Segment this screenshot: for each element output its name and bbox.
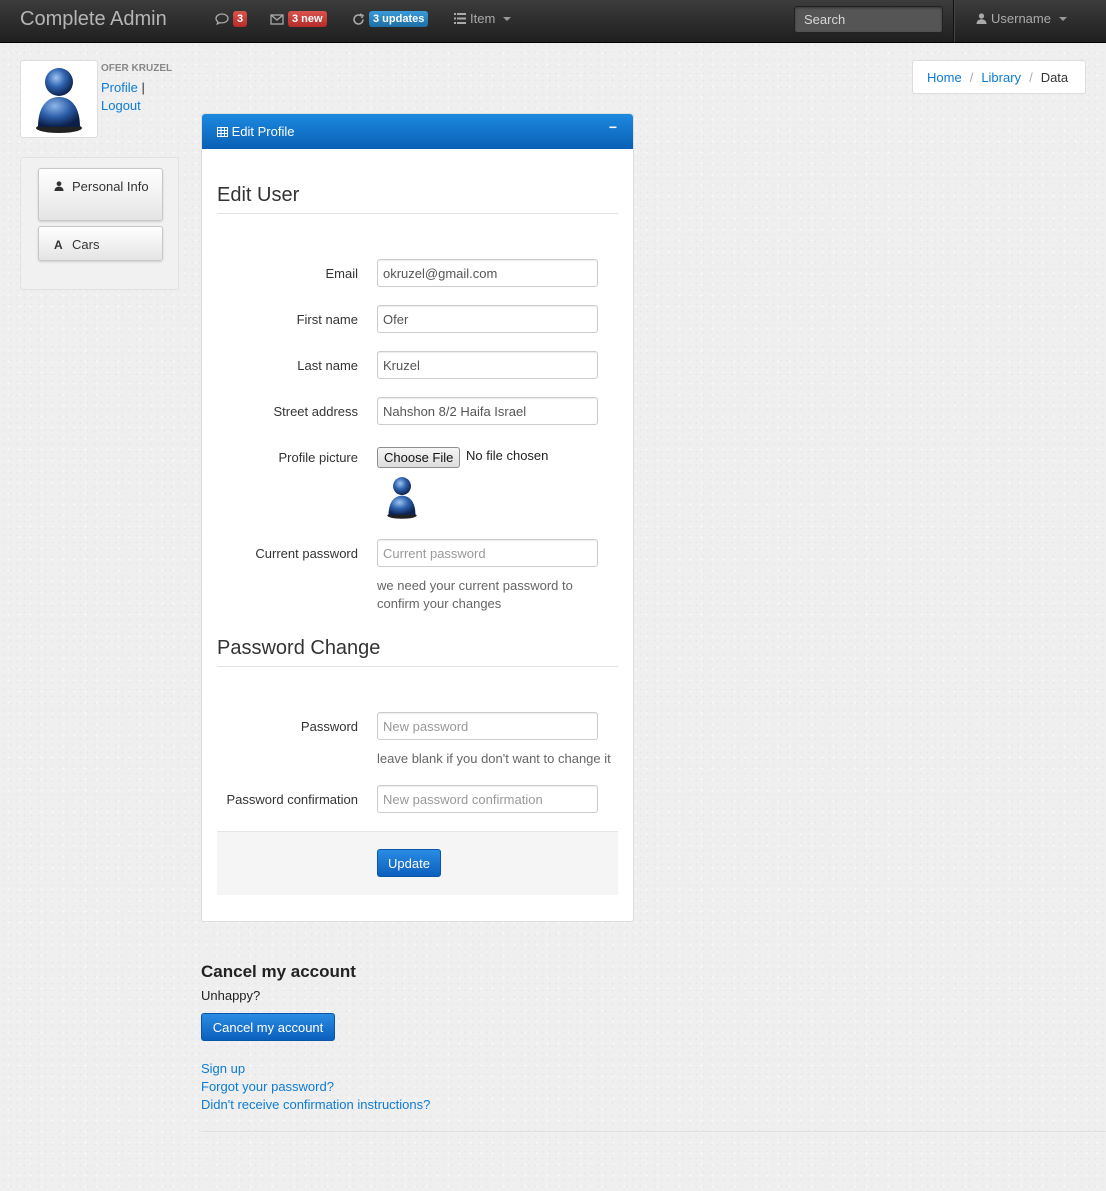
chevron-down-icon: [503, 16, 512, 21]
street-address-label: Street address: [273, 404, 358, 419]
user-icon: [976, 13, 987, 24]
nav-divider: [953, 0, 954, 42]
bottom-links: Sign up Forgot your password? Didn't rec…: [201, 1060, 430, 1114]
divider: [217, 213, 618, 214]
confirmation-instructions-link[interactable]: Didn't receive confirmation instructions…: [201, 1097, 430, 1112]
sidebar-item-personal-info[interactable]: Personal Info: [38, 168, 163, 221]
profile-picture-thumbnail: [387, 477, 417, 519]
profile-link[interactable]: Profile: [101, 80, 138, 95]
cancel-account-heading: Cancel my account: [201, 962, 356, 981]
user-icon: [54, 179, 72, 197]
form-actions: Update: [217, 831, 618, 895]
logout-link[interactable]: Logout: [101, 98, 141, 113]
brand-title[interactable]: Complete Admin: [20, 8, 167, 31]
list-icon: [454, 13, 466, 24]
first-name-field[interactable]: [377, 305, 598, 333]
password-label: Password: [300, 719, 358, 734]
messages-badge: 3 new: [288, 11, 327, 27]
avatar: [20, 60, 98, 138]
street-address-field[interactable]: [377, 397, 598, 425]
link-separator: |: [141, 80, 145, 95]
unhappy-text: Unhappy?: [201, 988, 261, 1003]
table-icon: [217, 127, 228, 137]
edit-user-heading: Edit User: [217, 184, 300, 206]
sidebar-item-cars[interactable]: A Cars: [38, 226, 163, 261]
footer-divider: [201, 1131, 1106, 1132]
file-status: No file chosen: [466, 448, 549, 463]
current-password-field[interactable]: [377, 539, 598, 567]
sidebar: Personal Info A Cars: [20, 157, 179, 290]
comments-badge: 3: [233, 11, 248, 27]
update-button[interactable]: Update: [377, 849, 441, 877]
last-name-label: Last name: [297, 358, 358, 373]
password-confirmation-field[interactable]: [377, 785, 598, 813]
refresh-icon: [353, 12, 365, 25]
choose-file-button[interactable]: Choose File: [377, 447, 461, 468]
user-dropdown[interactable]: Username: [976, 11, 1067, 26]
top-navbar: Complete Admin 3 3 new 3 updates Item Se…: [0, 0, 1106, 43]
envelope-icon: [270, 13, 284, 25]
chevron-down-icon: [1058, 16, 1067, 21]
profile-name: OFER KRUZEL: [101, 63, 173, 74]
item-dropdown[interactable]: Item: [454, 11, 512, 26]
collapse-icon[interactable]: −: [609, 119, 617, 135]
current-password-label: Current password: [255, 546, 358, 561]
breadcrumb: Home / Library / Data: [912, 60, 1086, 94]
sidebar-item-label: Personal Info: [72, 179, 149, 194]
updates-badge: 3 updates: [369, 11, 429, 27]
edit-profile-panel: Edit Profile − Edit User Email First nam…: [201, 113, 634, 922]
breadcrumb-current: Data: [1040, 70, 1069, 85]
profile-links: Profile | Logout: [101, 79, 145, 115]
cancel-account-button[interactable]: Cancel my account: [201, 1013, 335, 1041]
messages-menu[interactable]: 3 new: [270, 11, 327, 27]
car-icon: A: [54, 238, 63, 252]
item-label: Item: [470, 11, 496, 26]
profile-picture-label: Profile picture: [278, 450, 358, 465]
search-input[interactable]: [794, 6, 943, 33]
comment-icon: [215, 13, 229, 25]
email-label: Email: [325, 266, 358, 281]
divider: [217, 666, 618, 667]
sign-up-link[interactable]: Sign up: [201, 1061, 245, 1076]
current-password-help: we need your current password to confirm…: [377, 578, 573, 611]
password-help: leave blank if you don't want to change …: [377, 751, 611, 766]
first-name-label: First name: [296, 312, 358, 327]
password-confirmation-label: Password confirmation: [226, 792, 359, 807]
sidebar-item-label: Cars: [72, 237, 100, 252]
username-label: Username: [991, 11, 1051, 26]
user-avatar-icon: [36, 68, 82, 133]
email-field[interactable]: [377, 259, 598, 287]
panel-title: Edit Profile: [231, 124, 295, 139]
breadcrumb-library[interactable]: Library: [981, 70, 1021, 85]
breadcrumb-home[interactable]: Home: [927, 70, 962, 85]
updates-menu[interactable]: 3 updates: [352, 11, 429, 27]
password-field[interactable]: [377, 712, 598, 740]
comments-menu[interactable]: 3: [215, 11, 248, 27]
panel-header: Edit Profile −: [202, 114, 633, 149]
password-change-heading: Password Change: [217, 637, 381, 659]
forgot-password-link[interactable]: Forgot your password?: [201, 1079, 334, 1094]
last-name-field[interactable]: [377, 351, 598, 379]
